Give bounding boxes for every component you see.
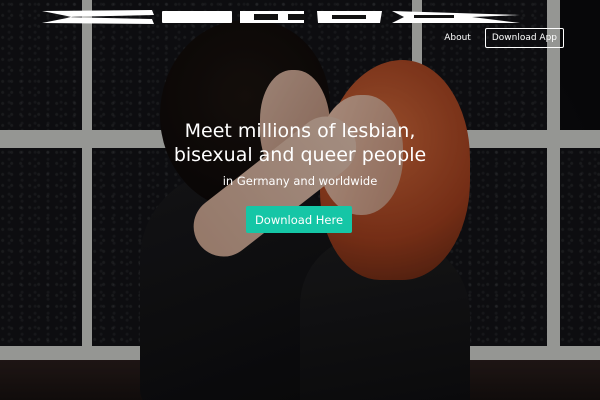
hero-headline: Meet millions of lesbian, bisexual and q…	[100, 119, 500, 167]
top-nav: About Download App	[440, 28, 564, 48]
download-here-button[interactable]: Download Here	[246, 206, 352, 233]
nav-link-about[interactable]: About	[440, 29, 475, 47]
brand-logo[interactable]	[42, 9, 522, 25]
hero-headline-line1: Meet millions of lesbian,	[184, 120, 416, 142]
hero-overlay	[0, 0, 600, 400]
download-app-button[interactable]: Download App	[484, 28, 564, 48]
hero-subheadline: in Germany and worldwide	[222, 174, 378, 188]
hero-headline-line2: bisexual and queer people	[173, 144, 427, 166]
hero-background-photo	[0, 0, 600, 400]
